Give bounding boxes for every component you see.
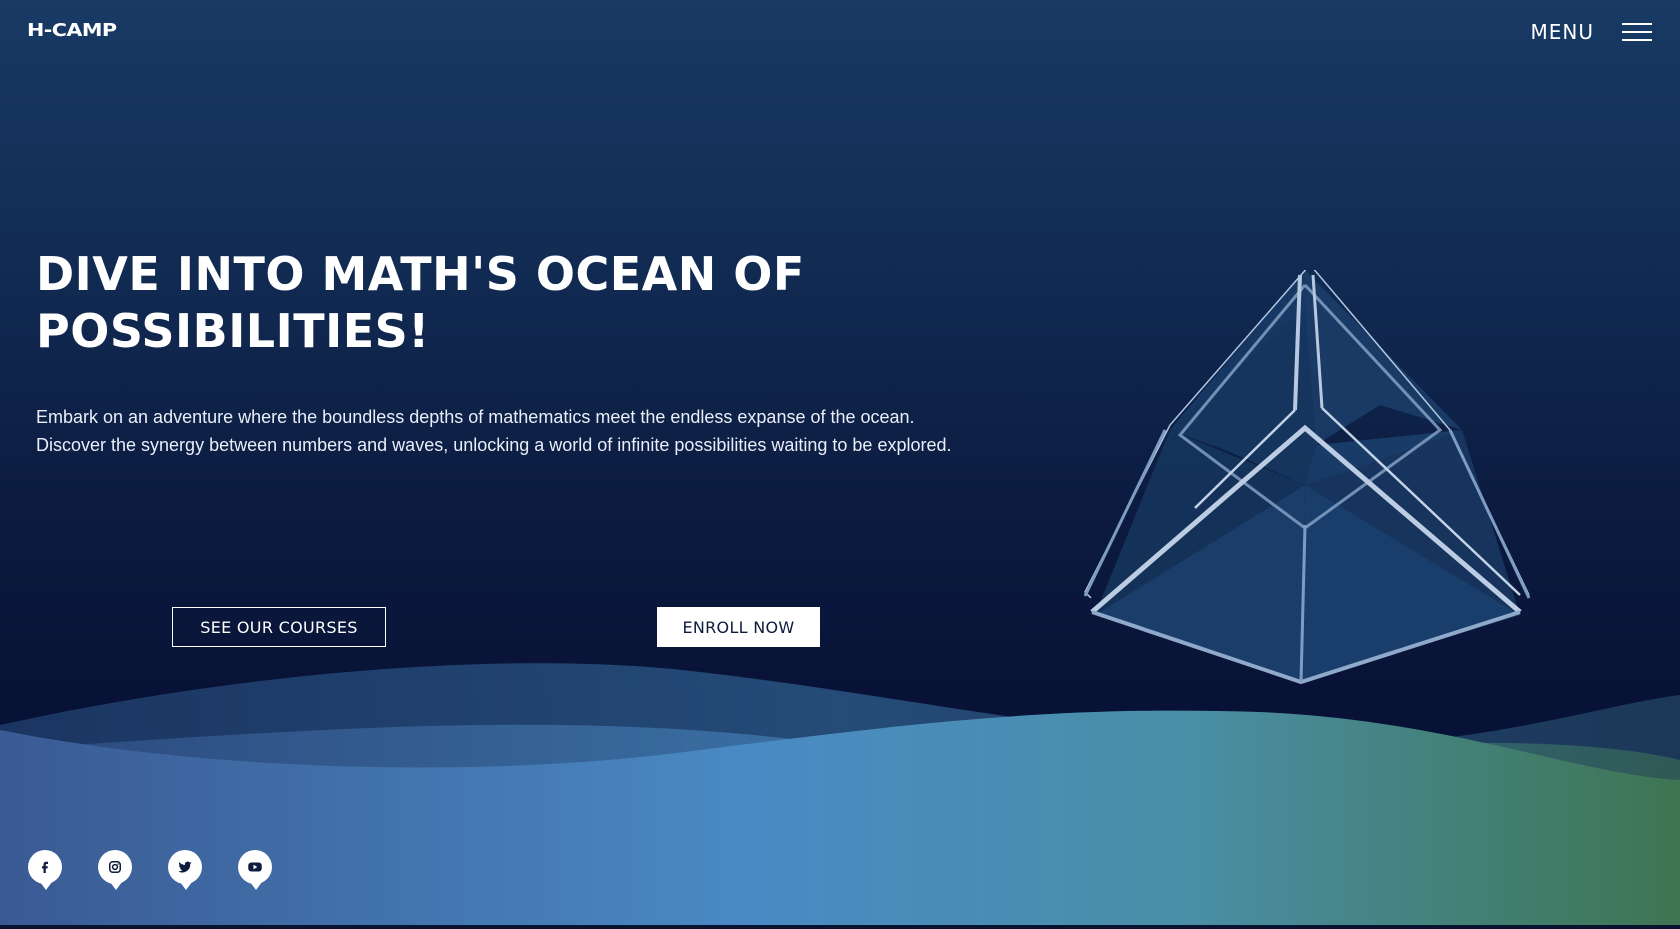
hero-title: DIVE INTO MATH'S OCEAN OF POSSIBILITIES! bbox=[36, 247, 805, 358]
hamburger-icon[interactable] bbox=[1622, 23, 1652, 41]
menu-toggle[interactable]: MENU bbox=[1531, 20, 1652, 44]
instagram-icon[interactable] bbox=[98, 850, 132, 890]
facebook-icon[interactable] bbox=[28, 850, 62, 890]
bottom-strip bbox=[0, 925, 1680, 929]
hero-description: Embark on an adventure where the boundle… bbox=[36, 407, 952, 455]
youtube-icon[interactable] bbox=[238, 850, 272, 890]
site-logo[interactable]: H-CAMP bbox=[27, 20, 117, 41]
enroll-now-button[interactable]: ENROLL NOW bbox=[657, 607, 820, 647]
cube-illustration bbox=[1083, 270, 1531, 685]
twitter-icon[interactable] bbox=[168, 850, 202, 890]
see-our-courses-button[interactable]: SEE OUR COURSES bbox=[172, 607, 386, 647]
menu-label[interactable]: MENU bbox=[1531, 20, 1595, 44]
social-links bbox=[28, 850, 272, 890]
